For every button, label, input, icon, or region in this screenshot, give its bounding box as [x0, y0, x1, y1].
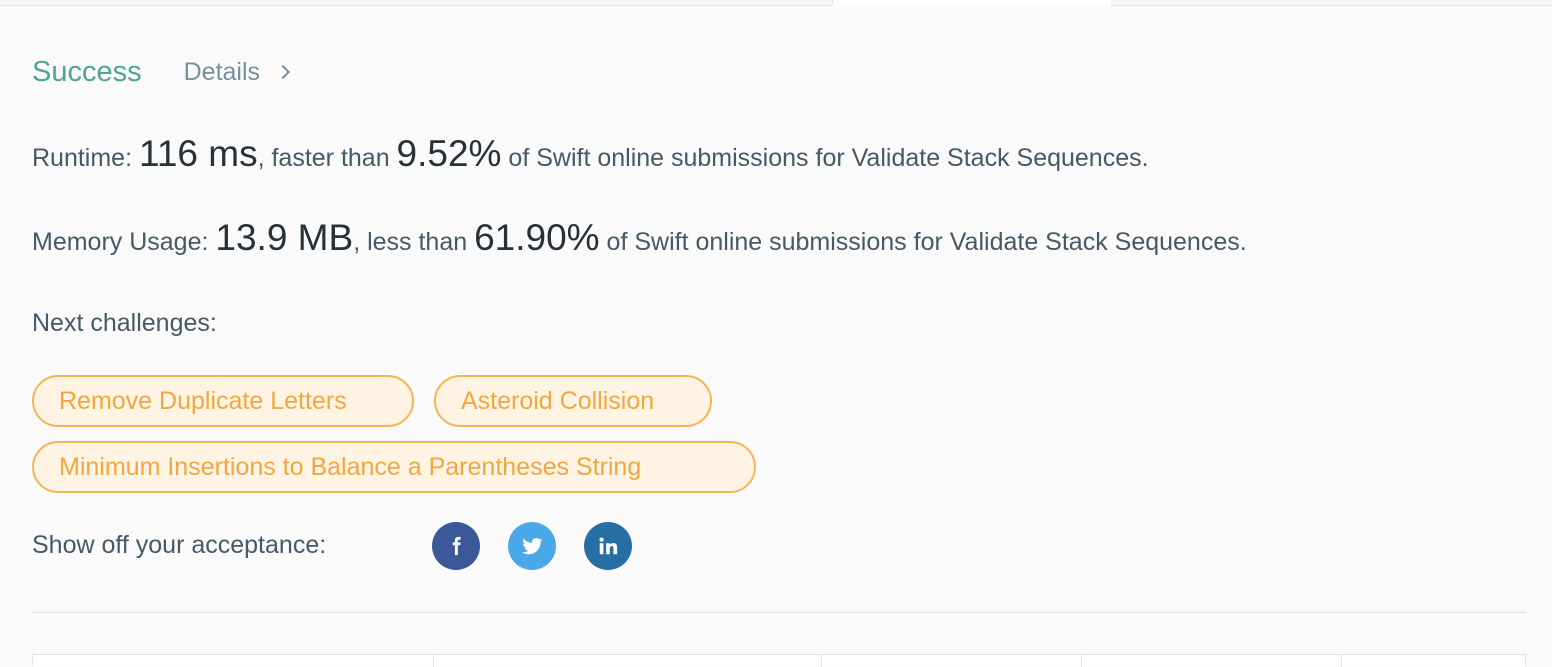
- linkedin-share-button[interactable]: [584, 522, 632, 570]
- runtime-suffix: of Swift online submissions for Validate…: [501, 144, 1149, 172]
- section-divider: [32, 612, 1526, 613]
- memory-value: 13.9 MB: [215, 217, 354, 258]
- runtime-percent: 9.52%: [396, 133, 502, 174]
- memory-percent: 61.90%: [474, 217, 600, 258]
- memory-line: Memory Usage: 13.9 MB, less than 61.90% …: [32, 217, 1247, 259]
- runtime-line: Runtime: 116 ms, faster than 9.52% of Sw…: [32, 133, 1149, 175]
- memory-suffix: of Swift online submissions for Validate…: [599, 228, 1247, 256]
- tab-strip: [0, 0, 1552, 6]
- runtime-comparator: , faster than: [257, 144, 397, 172]
- status-row: Success Details: [32, 52, 291, 92]
- linkedin-icon: [599, 537, 618, 555]
- facebook-icon: [452, 536, 461, 556]
- details-label: Details: [183, 57, 261, 86]
- runtime-value: 116 ms: [138, 133, 258, 174]
- challenge-chip-minimum-insertions[interactable]: Minimum Insertions to Balance a Parenthe…: [32, 441, 756, 493]
- chevron-right-icon: [275, 64, 291, 80]
- memory-label: Memory Usage:: [32, 228, 216, 256]
- submissions-table-header: [32, 654, 1526, 667]
- table-column-divider: [821, 655, 822, 667]
- table-column-divider: [1341, 655, 1342, 667]
- details-link[interactable]: Details: [183, 57, 291, 87]
- twitter-icon: [522, 538, 543, 555]
- share-label: Show off your acceptance:: [32, 531, 327, 559]
- memory-comparator: , less than: [353, 228, 475, 256]
- twitter-share-button[interactable]: [508, 522, 556, 570]
- challenge-chip-asteroid-collision[interactable]: Asteroid Collision: [434, 375, 712, 427]
- next-challenges-label: Next challenges:: [32, 309, 217, 337]
- table-column-divider: [1081, 655, 1082, 667]
- runtime-label: Runtime:: [32, 144, 139, 172]
- table-column-divider: [433, 655, 434, 667]
- success-status: Success: [32, 55, 142, 88]
- challenge-chip-remove-duplicate-letters[interactable]: Remove Duplicate Letters: [32, 375, 414, 427]
- tab-active[interactable]: [832, 0, 1112, 5]
- facebook-share-button[interactable]: [432, 522, 480, 570]
- tab-right[interactable]: [1111, 0, 1552, 6]
- tab-left[interactable]: [0, 0, 832, 6]
